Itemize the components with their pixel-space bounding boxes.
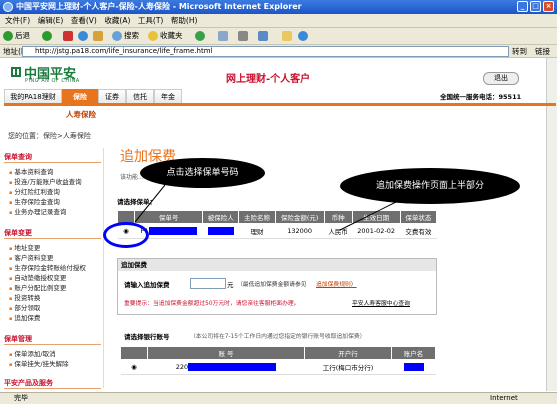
status-bar: 完毕 Internet	[0, 392, 557, 404]
callout2-pointer	[339, 199, 401, 231]
callout-select-policy: 点击选择保单号码	[140, 158, 265, 188]
callout1-pointer	[134, 184, 166, 223]
status-text: 完毕	[14, 394, 28, 402]
callout-page-top: 追加保费操作页面上半部分	[340, 168, 520, 204]
status-zone: Internet	[490, 394, 518, 402]
